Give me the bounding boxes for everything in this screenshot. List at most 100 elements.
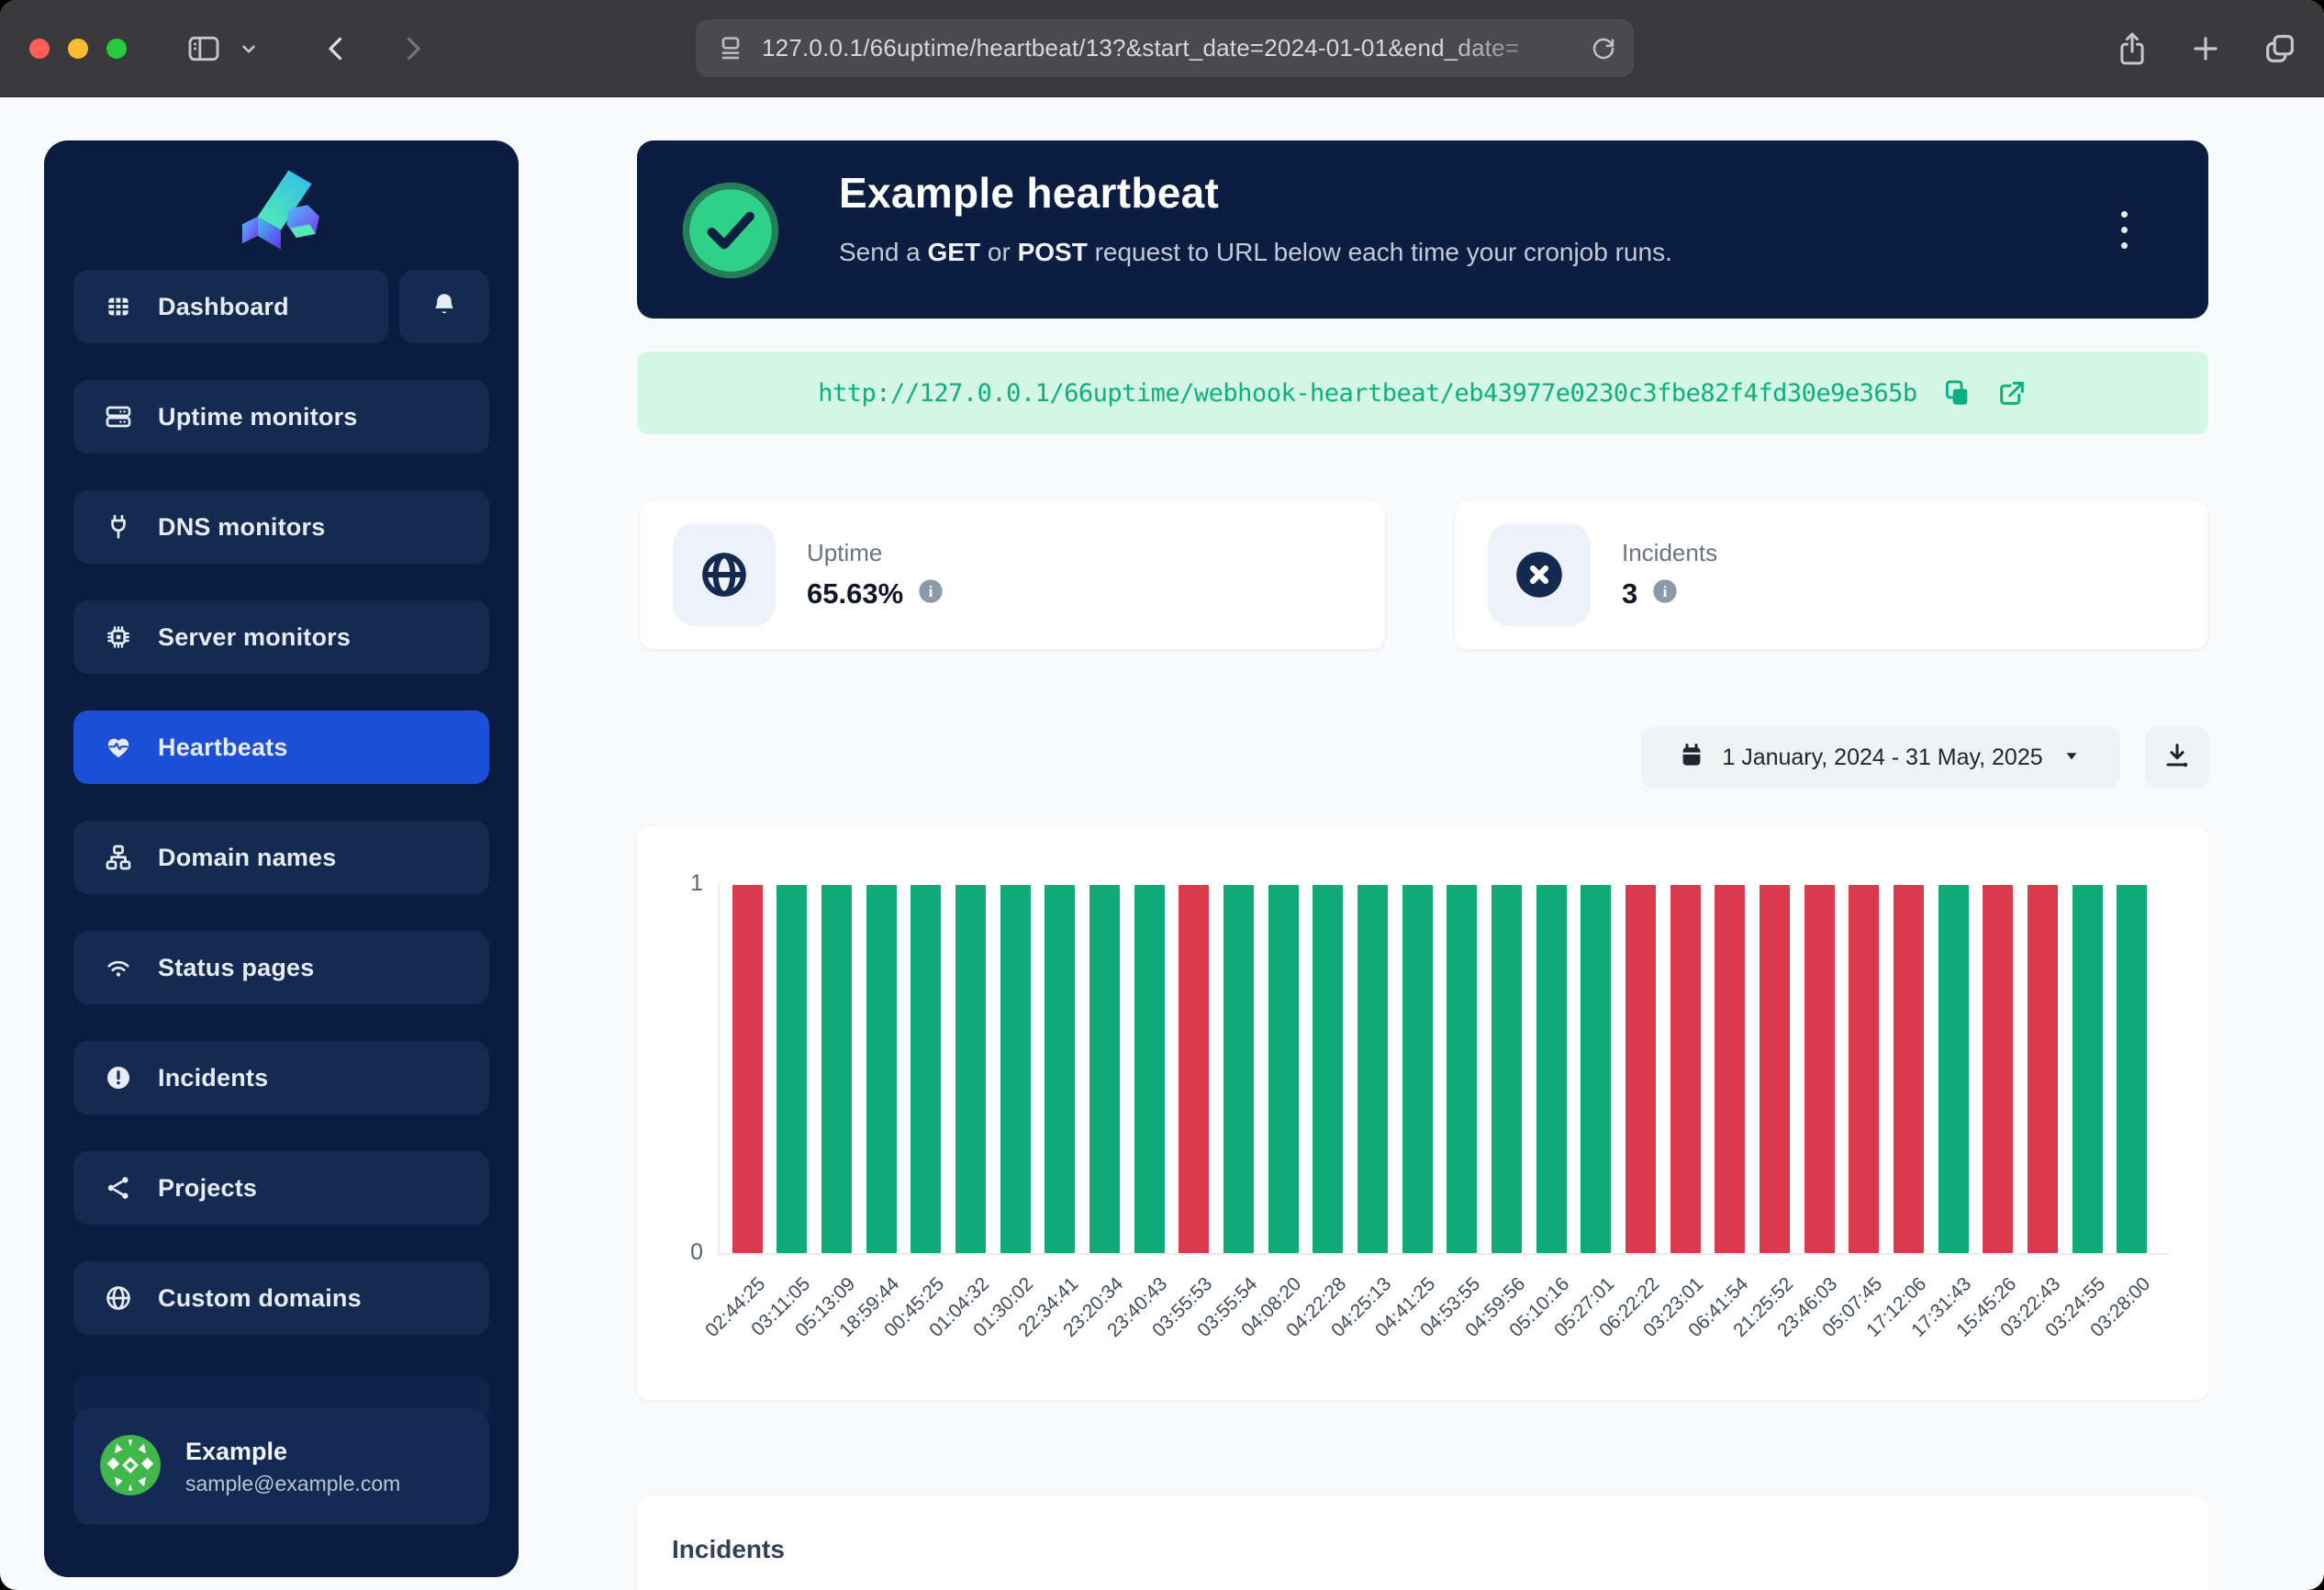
cpu-icon xyxy=(103,621,134,653)
address-bar[interactable]: 127.0.0.1/66uptime/heartbeat/13?&start_d… xyxy=(696,19,1634,77)
back-icon[interactable] xyxy=(319,32,352,65)
url-text: 127.0.0.1/66uptime/heartbeat/13?&start_d… xyxy=(762,34,1590,62)
bar-up[interactable] xyxy=(866,885,897,1253)
sidebar-item-domain-names[interactable]: Domain names xyxy=(73,821,489,894)
profile-name: Example xyxy=(185,1438,400,1466)
uptime-chart-card: 1 0 02:44:2503:11:0505:13:0918:59:4400:4… xyxy=(637,826,2208,1400)
bell-icon xyxy=(430,290,459,324)
globe-icon xyxy=(103,1282,134,1314)
bar-up[interactable] xyxy=(1089,885,1120,1253)
browser-window: 127.0.0.1/66uptime/heartbeat/13?&start_d… xyxy=(0,0,2324,1590)
sidebar-item-label: Heartbeats xyxy=(158,733,288,762)
incidents-section-title: Incidents xyxy=(672,1535,785,1564)
kebab-menu-icon[interactable] xyxy=(2106,197,2142,262)
bar-up[interactable] xyxy=(1134,885,1165,1253)
sidebar-item-custom-domains[interactable]: Custom domains xyxy=(73,1261,489,1335)
bar-down[interactable] xyxy=(2028,885,2058,1253)
minimize-button[interactable] xyxy=(68,39,88,59)
external-link-icon[interactable] xyxy=(1996,377,2028,409)
bar-down[interactable] xyxy=(1179,885,1209,1253)
notifications-button[interactable] xyxy=(399,270,489,343)
bar-down[interactable] xyxy=(1983,885,2013,1253)
page-subtitle: Send a GET or POST request to URL below … xyxy=(839,238,1672,267)
sidebar-item-label: Incidents xyxy=(158,1064,268,1092)
heartbeat-header-card: Example heartbeat Send a GET or POST req… xyxy=(637,140,2208,319)
toolbar-right-icons xyxy=(2115,0,2298,96)
share-icon[interactable] xyxy=(2115,29,2150,68)
bar-up[interactable] xyxy=(2117,885,2147,1253)
bar-up[interactable] xyxy=(911,885,941,1253)
sidebar-item-status-pages[interactable]: Status pages xyxy=(73,931,489,1004)
stat-value: 65.63% xyxy=(807,577,903,610)
bar-up[interactable] xyxy=(1223,885,1254,1253)
sidebar-toggle-icon[interactable] xyxy=(184,30,224,67)
sidebar-nav: Dashboard Uptime monitors DNS monitors Serv… xyxy=(73,270,489,1372)
bar-down[interactable] xyxy=(732,885,763,1253)
sidebar-item-label: Server monitors xyxy=(158,623,351,652)
check-circle-icon xyxy=(679,179,782,286)
close-button[interactable] xyxy=(29,39,50,59)
identicon-avatar xyxy=(99,1434,162,1501)
y-tick-0: 0 xyxy=(657,1239,703,1266)
sidebar-item-projects[interactable]: Projects xyxy=(73,1151,489,1225)
stat-value: 3 xyxy=(1622,577,1637,610)
bar-down[interactable] xyxy=(1804,885,1835,1253)
incidents-section-card: Incidents xyxy=(637,1496,2208,1590)
app-logo[interactable] xyxy=(44,140,519,263)
stat-label: Incidents xyxy=(1622,539,1717,567)
bar-up[interactable] xyxy=(1536,885,1567,1253)
bar-up[interactable] xyxy=(1000,885,1031,1253)
bar-up[interactable] xyxy=(1939,885,1969,1253)
bar-up[interactable] xyxy=(2073,885,2103,1253)
info-icon[interactable]: i xyxy=(916,577,945,610)
sidebar-item-dashboard[interactable]: Dashboard xyxy=(73,270,388,343)
chevron-down-icon[interactable] xyxy=(237,37,261,61)
zoom-button[interactable] xyxy=(106,39,127,59)
browser-toolbar: 127.0.0.1/66uptime/heartbeat/13?&start_d… xyxy=(0,0,2324,97)
sidebar-item-incidents[interactable]: Incidents xyxy=(73,1041,489,1114)
bar-up[interactable] xyxy=(1492,885,1522,1253)
tab-overview-icon[interactable] xyxy=(2262,30,2298,67)
new-tab-icon[interactable] xyxy=(2188,31,2223,66)
copy-icon[interactable] xyxy=(1941,377,1972,409)
bar-down[interactable] xyxy=(1626,885,1656,1253)
bar-down[interactable] xyxy=(1894,885,1924,1253)
webhook-url[interactable]: http://127.0.0.1/66uptime/webhook-heartb… xyxy=(818,379,1916,408)
bar-down[interactable] xyxy=(1715,885,1745,1253)
bar-up[interactable] xyxy=(1581,885,1611,1253)
sidebar-item-heartbeats[interactable]: Heartbeats xyxy=(73,711,489,784)
y-tick-1: 1 xyxy=(657,870,703,897)
share-nodes-icon xyxy=(103,1172,134,1204)
sidebar-item-dns-monitors[interactable]: DNS monitors xyxy=(73,490,489,564)
sidebar-item-label: Uptime monitors xyxy=(158,403,358,431)
chart-plot: 1 0 02:44:2503:11:0505:13:0918:59:4400:4… xyxy=(637,826,2208,1400)
reload-icon[interactable] xyxy=(1590,35,1617,62)
page-icon xyxy=(716,34,745,63)
bar-up[interactable] xyxy=(1447,885,1477,1253)
bar-up[interactable] xyxy=(955,885,986,1253)
globe-icon xyxy=(673,523,776,626)
bar-down[interactable] xyxy=(1670,885,1701,1253)
date-range-picker[interactable]: 1 January, 2024 - 31 May, 2025 xyxy=(1641,727,2120,788)
forward-icon[interactable] xyxy=(397,32,430,65)
sidebar-item-server-monitors[interactable]: Server monitors xyxy=(73,600,489,674)
sidebar-item-uptime-monitors[interactable]: Uptime monitors xyxy=(73,380,489,453)
bar-up[interactable] xyxy=(777,885,807,1253)
bar-up[interactable] xyxy=(1313,885,1343,1253)
bar-up[interactable] xyxy=(1045,885,1075,1253)
bar-up[interactable] xyxy=(1358,885,1388,1253)
heartbeat-icon xyxy=(103,732,134,763)
bar-up[interactable] xyxy=(821,885,852,1253)
bar-up[interactable] xyxy=(1268,885,1299,1253)
profile-card[interactable]: Example sample@example.com xyxy=(73,1409,489,1525)
bar-up[interactable] xyxy=(1402,885,1433,1253)
bar-down[interactable] xyxy=(1849,885,1879,1253)
sidebar-item-label: Dashboard xyxy=(158,293,289,321)
svg-text:i: i xyxy=(1663,583,1668,600)
download-button[interactable] xyxy=(2145,727,2209,788)
info-icon[interactable]: i xyxy=(1650,577,1680,610)
bar-down[interactable] xyxy=(1760,885,1790,1253)
x-circle-icon xyxy=(1488,523,1591,626)
sidebar-item-partial[interactable] xyxy=(73,1375,489,1414)
svg-text:i: i xyxy=(929,583,933,600)
